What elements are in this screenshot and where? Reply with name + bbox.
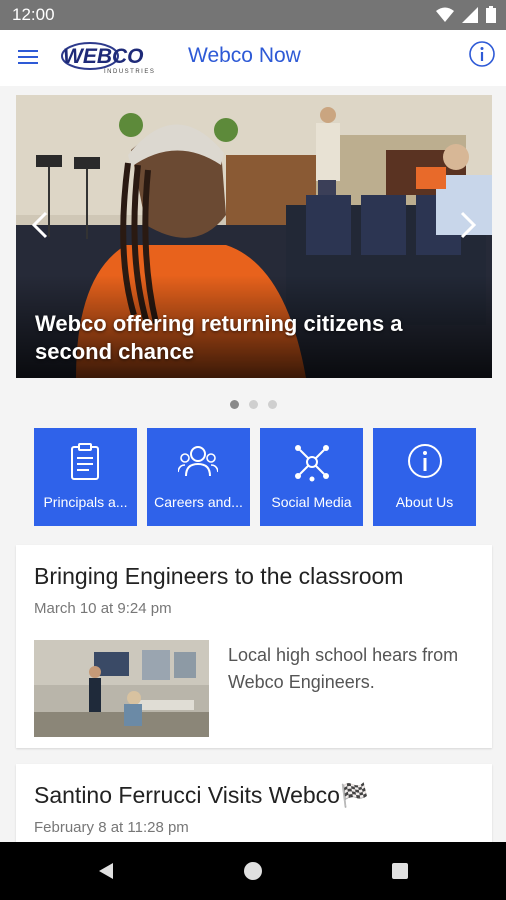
tile-label: Social Media: [271, 494, 352, 510]
svg-text:WEBCO: WEBCO: [63, 45, 144, 68]
info-button[interactable]: [468, 40, 496, 68]
webco-logo: WEBCO INDUSTRIES: [61, 42, 155, 75]
news-carousel[interactable]: Webco offering returning citizens a seco…: [16, 95, 492, 378]
info-icon: [408, 444, 442, 478]
post-card[interactable]: Bringing Engineers to the classroom Marc…: [16, 545, 492, 748]
tile-label: About Us: [395, 494, 454, 510]
status-icons: [436, 6, 496, 23]
network-icon: [295, 445, 329, 482]
wifi-icon: [436, 7, 454, 22]
chevron-left-icon: [31, 211, 48, 239]
post-date: March 10 at 9:24 pm: [34, 600, 172, 617]
tile-principals[interactable]: Principals a...: [34, 428, 137, 526]
recents-icon[interactable]: [390, 861, 410, 881]
post-thumbnail: [34, 640, 209, 737]
tile-about-us[interactable]: About Us: [373, 428, 476, 526]
battery-icon: [486, 6, 496, 23]
status-bar: 12:00: [0, 0, 506, 30]
carousel-dot[interactable]: [267, 400, 277, 409]
system-nav-bar: [0, 842, 506, 900]
tile-label: Principals a...: [43, 494, 128, 510]
people-icon: [178, 446, 218, 477]
carousel-dot[interactable]: [229, 400, 239, 409]
post-date: February 8 at 11:28 pm: [34, 819, 189, 836]
post-title: Santino Ferrucci Visits Webco🏁: [34, 782, 369, 808]
tile-careers[interactable]: Careers and...: [147, 428, 250, 526]
app-bar: WEBCO INDUSTRIES Webco Now: [0, 30, 506, 86]
carousel-dot[interactable]: [248, 400, 258, 409]
tile-social-media[interactable]: Social Media: [260, 428, 363, 526]
tile-label: Careers and...: [154, 494, 243, 510]
hamburger-menu-icon: [18, 50, 38, 64]
post-title: Bringing Engineers to the classroom: [34, 563, 404, 589]
back-icon[interactable]: [96, 861, 116, 881]
carousel-indicator: [0, 400, 506, 409]
svg-text:INDUSTRIES: INDUSTRIES: [104, 69, 155, 75]
carousel-caption: Webco offering returning citizens a seco…: [35, 311, 403, 364]
carousel-next-button[interactable]: [452, 205, 482, 245]
info-icon: [469, 41, 495, 67]
home-icon[interactable]: [243, 861, 263, 881]
post-excerpt: Local high school hears from Webco Engin…: [228, 645, 459, 692]
clipboard-icon: [71, 443, 99, 480]
status-time: 12:00: [12, 5, 55, 24]
chevron-right-icon: [460, 211, 477, 239]
quick-links: Principals a... Careers and... Social Me…: [34, 428, 476, 526]
signal-icon: [462, 6, 478, 23]
carousel-prev-button[interactable]: [26, 205, 56, 245]
menu-button[interactable]: [16, 44, 40, 70]
app-title: Webco Now: [188, 44, 301, 67]
